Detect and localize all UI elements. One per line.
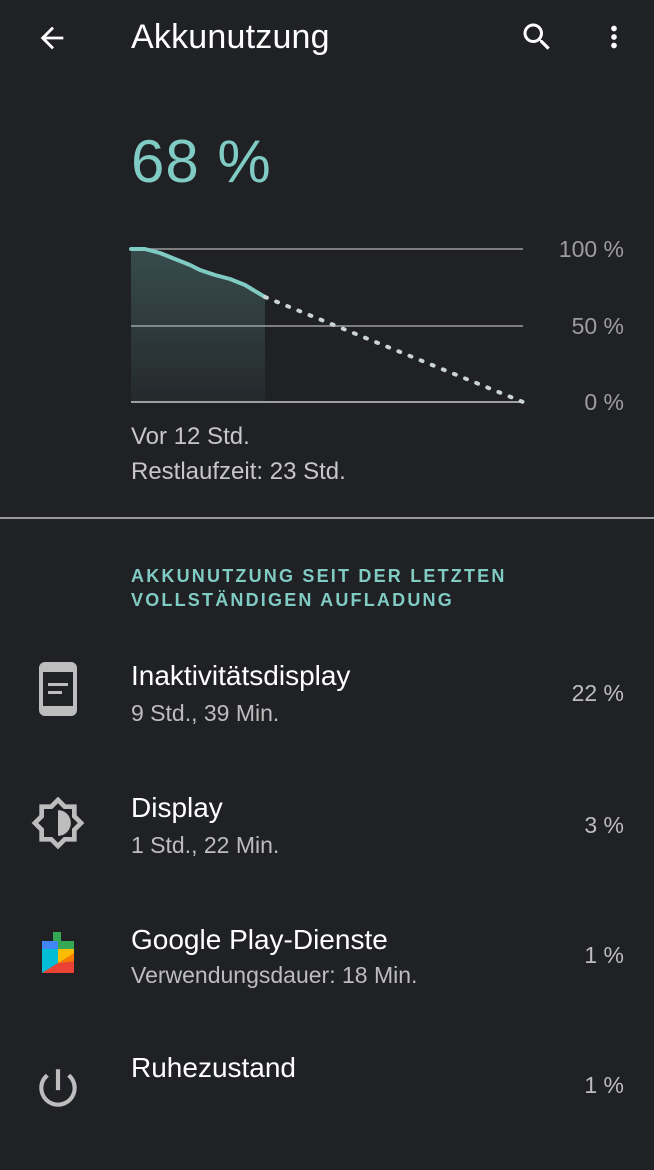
graph-label-50: 50 %: [571, 313, 624, 339]
remaining-time-text: Restlaufzeit: 23 Std.: [131, 458, 346, 485]
brightness-icon: [28, 793, 88, 853]
google-play-services-icon: [28, 923, 88, 983]
back-button[interactable]: [26, 12, 78, 64]
more-vert-icon: [611, 25, 617, 49]
usage-item-value: 1 %: [584, 942, 624, 968]
divider: [0, 517, 654, 519]
usage-item-ambient-display[interactable]: Inaktivitätsdisplay 9 Std., 39 Min. 22 %: [0, 642, 654, 774]
page-title: Akkunutzung: [131, 18, 330, 56]
graph-since-text: Vor 12 Std.: [131, 423, 250, 450]
battery-level-text: 68 %: [131, 128, 272, 195]
usage-item-value: 3 %: [584, 812, 624, 838]
usage-item-display[interactable]: Display 1 Std., 22 Min. 3 %: [0, 774, 654, 906]
usage-item-title: Inaktivitätsdisplay: [131, 660, 351, 691]
usage-item-title: Display: [131, 792, 223, 823]
section-header: AKKUNUTZUNG SEIT DER LETZTEN VOLLSTÄNDIG…: [131, 566, 507, 610]
usage-item-subtitle: 9 Std., 39 Min.: [131, 700, 280, 726]
ambient-display-icon: [28, 659, 88, 719]
graph-projection-line: [263, 295, 525, 404]
usage-item-google-play-services[interactable]: Google Play-Dienste Verwendungsdauer: 18…: [0, 906, 654, 1038]
search-button[interactable]: [512, 12, 562, 62]
search-icon: [523, 23, 550, 50]
usage-item-title: Ruhezustand: [131, 1052, 297, 1083]
graph-label-0: 0 %: [584, 389, 624, 415]
graph-label-100: 100 %: [558, 236, 624, 262]
usage-item-subtitle: 1 Std., 22 Min.: [131, 832, 280, 858]
arrow-back-icon: [40, 26, 64, 50]
app-bar: Akkunutzung: [0, 0, 654, 76]
usage-item-standby[interactable]: Ruhezustand 1 %: [0, 1038, 654, 1170]
usage-item-value: 22 %: [571, 680, 624, 706]
usage-item-value: 1 %: [584, 1072, 624, 1098]
power-icon: [28, 1058, 88, 1118]
more-options-button[interactable]: [590, 12, 638, 62]
usage-item-subtitle: Verwendungsdauer: 18 Min.: [131, 962, 418, 988]
usage-item-title: Google Play-Dienste: [131, 924, 388, 955]
graph-usage-fill: [131, 249, 265, 402]
